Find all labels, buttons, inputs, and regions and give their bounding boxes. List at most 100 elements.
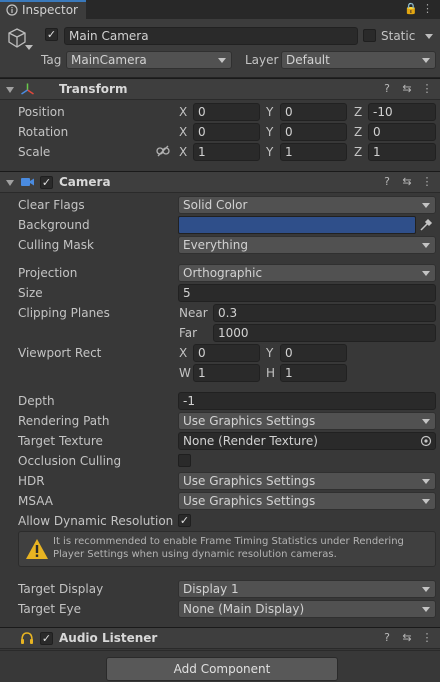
active-checkbox[interactable]: ✓ bbox=[45, 28, 58, 41]
static-checkbox[interactable] bbox=[363, 29, 376, 42]
msaa-dropdown[interactable]: Use Graphics Settings bbox=[178, 492, 436, 510]
target-display-dropdown[interactable]: Display 1 bbox=[178, 580, 436, 598]
rotation-z-input[interactable]: 0 bbox=[368, 123, 436, 141]
camera-header[interactable]: ✓ Camera ? ⇆ ⋮ bbox=[0, 171, 440, 193]
scale-y-input[interactable]: 1 bbox=[280, 143, 347, 161]
static-dropdown-arrow[interactable] bbox=[425, 34, 433, 39]
viewport-w-input[interactable]: 1 bbox=[193, 364, 260, 382]
gameobject-name-input[interactable]: Main Camera bbox=[64, 27, 358, 45]
tag-dropdown[interactable]: MainCamera bbox=[66, 51, 232, 69]
camera-foldout-icon[interactable] bbox=[6, 180, 14, 186]
position-x-input[interactable]: 0 bbox=[193, 103, 260, 121]
viewport-x-input[interactable]: 0 bbox=[193, 344, 260, 362]
kebab-menu-icon[interactable]: ⋮ bbox=[422, 2, 433, 15]
layer-dropdown[interactable]: Default bbox=[281, 51, 436, 69]
static-label: Static bbox=[381, 29, 416, 43]
hdr-dropdown[interactable]: Use Graphics Settings bbox=[178, 472, 436, 490]
audio-listener-header[interactable]: ✓ Audio Listener ? ⇆ ⋮ bbox=[0, 627, 440, 649]
near-input[interactable]: 0.3 bbox=[213, 304, 436, 322]
occlusion-culling-checkbox[interactable] bbox=[178, 454, 191, 467]
viewport-h-input[interactable]: 1 bbox=[280, 364, 347, 382]
target-display-label: Target Display bbox=[18, 582, 104, 596]
rotation-label: Rotation bbox=[18, 125, 69, 139]
position-y-label[interactable]: Y bbox=[266, 105, 273, 119]
viewport-y-input[interactable]: 0 bbox=[280, 344, 347, 362]
clipping-planes-label: Clipping Planes bbox=[18, 306, 110, 320]
hdr-label: HDR bbox=[18, 474, 45, 488]
add-component-button[interactable]: Add Component bbox=[106, 657, 338, 681]
culling-mask-dropdown[interactable]: Everything bbox=[178, 236, 436, 254]
near-label[interactable]: Near bbox=[179, 306, 208, 320]
scale-z-label[interactable]: Z bbox=[354, 145, 362, 159]
transform-foldout-icon[interactable] bbox=[6, 87, 14, 93]
rotation-x-label[interactable]: X bbox=[179, 125, 187, 139]
depth-label: Depth bbox=[18, 394, 55, 408]
size-label: Size bbox=[18, 286, 43, 300]
camera-enabled-checkbox[interactable]: ✓ bbox=[40, 176, 53, 189]
rotation-z-label[interactable]: Z bbox=[354, 125, 362, 139]
dynamic-resolution-label: Allow Dynamic Resolution bbox=[18, 514, 174, 528]
dynamic-resolution-checkbox[interactable]: ✓ bbox=[178, 514, 191, 527]
warning-icon bbox=[26, 539, 48, 559]
target-eye-label: Target Eye bbox=[18, 602, 82, 616]
depth-input[interactable]: -1 bbox=[178, 392, 436, 410]
headphones-icon bbox=[21, 632, 33, 644]
rotation-y-label[interactable]: Y bbox=[266, 125, 273, 139]
help-icon[interactable]: ? bbox=[380, 175, 394, 189]
occlusion-culling-label: Occlusion Culling bbox=[18, 454, 122, 468]
audio-listener-title: Audio Listener bbox=[59, 631, 158, 645]
layer-label: Layer bbox=[245, 53, 279, 67]
tab-title: Inspector bbox=[22, 3, 78, 17]
position-x-label[interactable]: X bbox=[179, 105, 187, 119]
far-label[interactable]: Far bbox=[179, 326, 197, 340]
preset-icon[interactable]: ⇆ bbox=[400, 82, 414, 96]
scale-x-input[interactable]: 1 bbox=[193, 143, 260, 161]
scale-x-label[interactable]: X bbox=[179, 145, 187, 159]
position-z-label[interactable]: Z bbox=[354, 105, 362, 119]
transform-axes-icon bbox=[21, 83, 34, 95]
viewport-w-label[interactable]: W bbox=[179, 366, 191, 380]
component-menu-icon[interactable]: ⋮ bbox=[420, 175, 434, 189]
icon-dropdown-arrow[interactable] bbox=[25, 45, 33, 50]
object-picker-icon[interactable] bbox=[420, 435, 432, 447]
tab-bar: Inspector 🔒 ⋮ bbox=[0, 0, 440, 19]
projection-label: Projection bbox=[18, 266, 78, 280]
position-z-input[interactable]: -10 bbox=[368, 103, 436, 121]
component-menu-icon[interactable]: ⋮ bbox=[420, 631, 434, 645]
msaa-label: MSAA bbox=[18, 494, 53, 508]
lock-icon[interactable]: 🔒 bbox=[404, 2, 418, 15]
target-eye-dropdown[interactable]: None (Main Display) bbox=[178, 600, 436, 618]
preset-icon[interactable]: ⇆ bbox=[400, 631, 414, 645]
transform-header[interactable]: Transform ? ⇆ ⋮ bbox=[0, 78, 440, 100]
size-input[interactable]: 5 bbox=[178, 284, 436, 302]
target-texture-label: Target Texture bbox=[18, 434, 103, 448]
viewport-x-label[interactable]: X bbox=[179, 346, 187, 360]
help-icon[interactable]: ? bbox=[380, 631, 394, 645]
scale-y-label[interactable]: Y bbox=[266, 145, 273, 159]
far-input[interactable]: 1000 bbox=[213, 324, 436, 342]
rendering-path-dropdown[interactable]: Use Graphics Settings bbox=[178, 412, 436, 430]
help-icon[interactable]: ? bbox=[380, 82, 394, 96]
tab-inspector[interactable]: Inspector bbox=[0, 0, 86, 19]
viewport-h-label[interactable]: H bbox=[266, 366, 275, 380]
transform-title: Transform bbox=[59, 82, 128, 96]
target-texture-field[interactable]: None (Render Texture) bbox=[178, 432, 436, 450]
warning-helpbox: It is recommended to enable Frame Timing… bbox=[18, 531, 436, 567]
scale-label: Scale bbox=[18, 145, 51, 159]
rotation-y-input[interactable]: 0 bbox=[280, 123, 347, 141]
clear-flags-dropdown[interactable]: Solid Color bbox=[178, 196, 436, 214]
scale-z-input[interactable]: 1 bbox=[368, 143, 436, 161]
position-y-input[interactable]: 0 bbox=[280, 103, 347, 121]
gameobject-header: ✓ Main Camera Static Tag MainCamera Laye… bbox=[0, 19, 440, 78]
audio-listener-checkbox[interactable]: ✓ bbox=[40, 632, 53, 645]
info-icon bbox=[6, 4, 18, 16]
background-color-swatch[interactable] bbox=[178, 216, 416, 234]
eyedropper-icon[interactable] bbox=[419, 218, 433, 232]
component-menu-icon[interactable]: ⋮ bbox=[420, 82, 434, 96]
projection-dropdown[interactable]: Orthographic bbox=[178, 264, 436, 282]
viewport-y-label[interactable]: Y bbox=[266, 346, 273, 360]
camera-icon bbox=[21, 178, 34, 186]
unlinked-scale-icon[interactable] bbox=[156, 145, 170, 157]
preset-icon[interactable]: ⇆ bbox=[400, 175, 414, 189]
rotation-x-input[interactable]: 0 bbox=[193, 123, 260, 141]
